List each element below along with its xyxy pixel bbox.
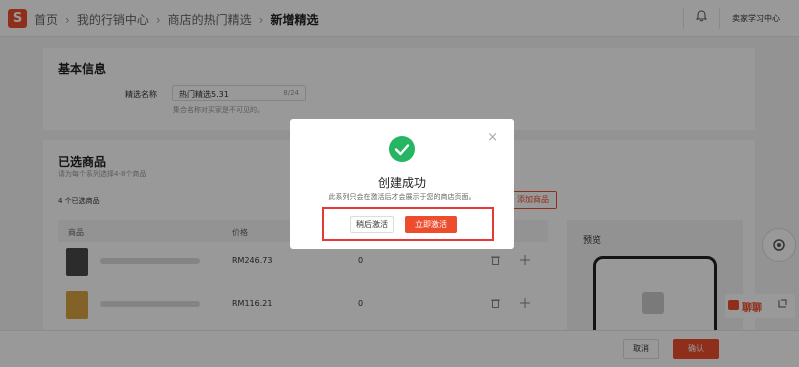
dialog-description: 此系列只会在激活后才会展示于您的商店页面。 bbox=[328, 193, 476, 201]
activate-now-button[interactable]: 立即激活 bbox=[405, 216, 457, 233]
success-check-icon bbox=[389, 136, 415, 162]
success-dialog: × 创建成功 此系列只会在激活后才会展示于您的商店页面。 稍后激活 立即激活 bbox=[290, 119, 514, 249]
dialog-title: 创建成功 bbox=[377, 176, 426, 190]
activate-later-button[interactable]: 稍后激活 bbox=[350, 216, 394, 233]
close-icon[interactable]: × bbox=[487, 130, 498, 145]
